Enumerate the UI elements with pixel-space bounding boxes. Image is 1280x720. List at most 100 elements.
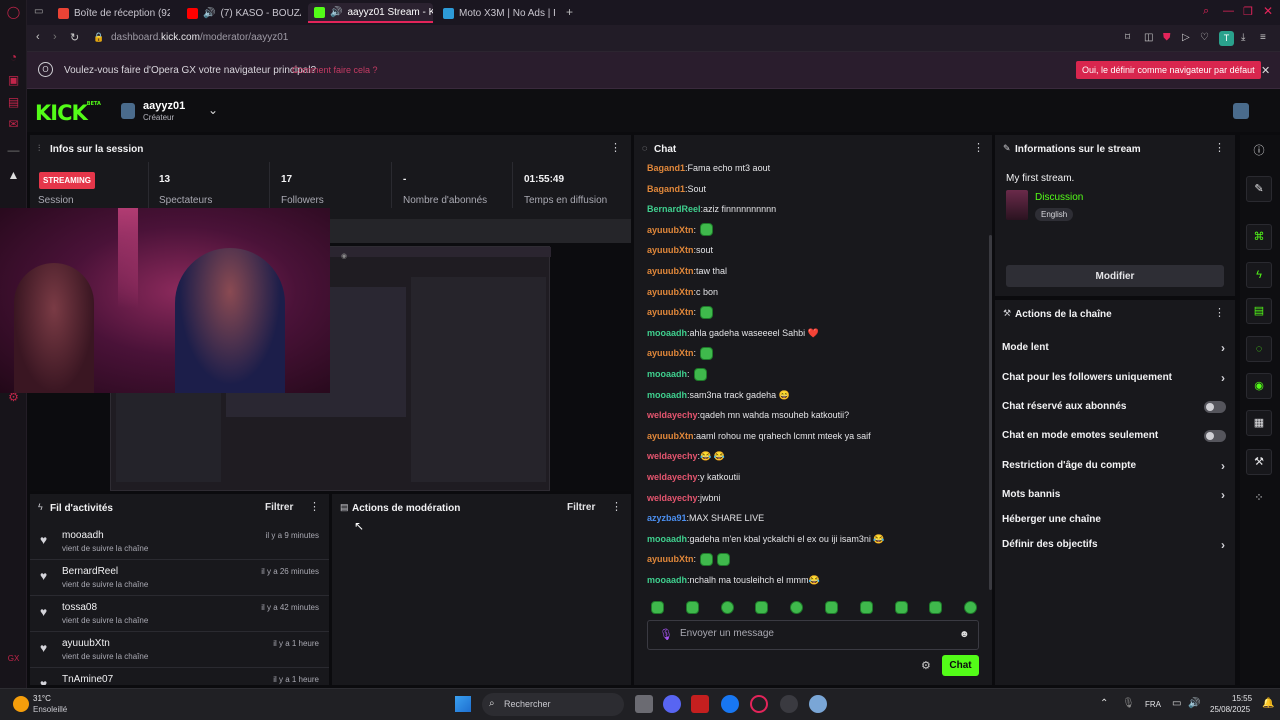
chat-username[interactable]: ayuuubXtn xyxy=(647,551,694,567)
chat-username[interactable]: weldayechy xyxy=(647,407,698,423)
chat-username[interactable]: ayuuubXtn xyxy=(647,428,694,444)
chat-username[interactable]: mooaadh xyxy=(647,366,687,382)
bookmark-icon[interactable]: ⌑ xyxy=(1125,32,1130,43)
chat-username[interactable]: mooaadh xyxy=(647,325,687,341)
weather-sun-icon[interactable] xyxy=(13,696,29,712)
emote-button[interactable] xyxy=(825,601,838,614)
volume-icon[interactable]: 🔊 xyxy=(1188,698,1200,709)
taskbar-search[interactable]: ⌕ Rechercher xyxy=(482,693,624,716)
channel-switch-chevron-icon[interactable]: ⌄ xyxy=(208,103,218,117)
chat-username[interactable]: weldayechy xyxy=(647,448,698,464)
chat-message-list[interactable]: Bagand1: Fama echo mt3 aout Bagand1: Sout… xyxy=(634,159,992,599)
flash-icon[interactable]: ϟ xyxy=(1246,262,1272,288)
chat-icon[interactable]: ◌ xyxy=(1246,336,1272,362)
opera-logo-icon[interactable]: ◯ xyxy=(6,5,21,20)
filter-button[interactable]: Filtrer xyxy=(265,502,293,513)
emote-button[interactable] xyxy=(964,601,977,614)
app-red-icon[interactable] xyxy=(691,695,709,713)
kebab-menu-icon[interactable]: ⋮ xyxy=(973,142,984,154)
info-icon[interactable]: ⓘ xyxy=(1246,139,1272,165)
emote-button[interactable] xyxy=(895,601,908,614)
chat-input-box[interactable]: 🎙 ☻ xyxy=(647,620,979,650)
chat-username[interactable]: ayuuubXtn xyxy=(647,263,694,279)
action-set-goals[interactable]: Définir des objectifs › xyxy=(1002,535,1228,555)
subscribers-only-toggle[interactable] xyxy=(1204,401,1226,413)
kebab-menu-icon[interactable]: ⋮ xyxy=(309,501,320,513)
keyboard-language[interactable]: FRA xyxy=(1145,700,1161,709)
how-to-link[interactable]: Comment faire cela ? xyxy=(292,65,378,75)
sidebar-bag-icon[interactable]: ▣ xyxy=(6,73,21,88)
opera-gx-icon[interactable] xyxy=(750,695,768,713)
action-host-channel[interactable]: Héberger une chaîne xyxy=(1002,510,1228,530)
chat-username[interactable]: mooaadh xyxy=(647,387,687,403)
clock-time[interactable]: 15:55 xyxy=(1232,694,1252,703)
emote-button[interactable] xyxy=(721,601,734,614)
chat-username[interactable]: Bagand1 xyxy=(647,160,685,176)
set-default-button[interactable]: Oui, le définir comme navigateur par déf… xyxy=(1076,61,1261,79)
download-icon[interactable]: ⤓ xyxy=(1241,32,1245,43)
chat-settings-gear-icon[interactable]: ⚙ xyxy=(921,659,931,672)
action-followers-only[interactable]: Chat pour les followers uniquement › xyxy=(1002,368,1228,388)
chat-username[interactable]: BernardReel xyxy=(647,201,701,217)
tab-moto[interactable]: Moto X3M | No Ads | Play xyxy=(437,3,555,23)
kick-logo[interactable]: KICKBETA xyxy=(35,101,101,125)
modify-button[interactable]: Modifier xyxy=(1006,265,1224,287)
close-window-icon[interactable]: ✕ xyxy=(1263,4,1273,18)
wrench-icon[interactable]: ⚒ xyxy=(1246,449,1272,475)
action-age-restriction[interactable]: Restriction d'âge du compte › xyxy=(1002,456,1228,476)
emote-button[interactable] xyxy=(686,601,699,614)
activity-user[interactable]: BernardReel xyxy=(62,566,118,577)
app-gray-icon[interactable] xyxy=(780,695,798,713)
document-icon[interactable]: ▤ xyxy=(1246,298,1272,324)
storage-icon[interactable]: ▦ xyxy=(1246,410,1272,436)
microphone-icon[interactable]: 🎙 xyxy=(659,628,673,641)
kebab-menu-icon[interactable]: ⋮ xyxy=(1214,142,1225,154)
channel-avatar[interactable] xyxy=(121,103,135,119)
chat-username[interactable]: mooaadh xyxy=(647,572,687,588)
clock-date[interactable]: 25/08/2025 xyxy=(1210,705,1250,714)
back-icon[interactable]: ‹ xyxy=(36,31,40,43)
network-icon[interactable]: ▭ xyxy=(1172,698,1181,709)
lock-icon[interactable]: 🔒 xyxy=(93,32,104,43)
sidebar-triangle-icon[interactable]: ▲ xyxy=(6,168,21,183)
mod-tools-icon[interactable]: ⌘ xyxy=(1246,224,1272,250)
profile-avatar[interactable]: T xyxy=(1219,31,1234,46)
sidebar-gx-corner-icon[interactable]: GX xyxy=(6,651,21,666)
windows-start-icon[interactable] xyxy=(455,696,471,712)
shield-icon[interactable]: ⛊ xyxy=(1163,32,1171,43)
chat-send-button[interactable]: Chat xyxy=(942,655,979,676)
activity-user[interactable]: ayuuubXtn xyxy=(62,638,110,649)
action-slow-mode[interactable]: Mode lent › xyxy=(1002,338,1228,358)
close-infobar-icon[interactable]: ✕ xyxy=(1261,64,1270,77)
apps-icon[interactable]: ⁘ xyxy=(1246,486,1272,512)
reload-icon[interactable]: ↻ xyxy=(70,31,79,44)
broadcast-icon[interactable]: ◉ xyxy=(1246,373,1272,399)
emote-button[interactable] xyxy=(790,601,803,614)
chat-username[interactable]: ayuuubXtn xyxy=(647,345,694,361)
tab-gmail[interactable]: Boîte de réception (92) - xyxy=(52,3,170,23)
sidebar-gx-icon[interactable]: ◔ xyxy=(6,50,21,65)
emote-button[interactable] xyxy=(651,601,664,614)
chat-username[interactable]: ayuuubXtn xyxy=(647,284,694,300)
action-banned-words[interactable]: Mots bannis › xyxy=(1002,485,1228,505)
chat-username[interactable]: ayuuubXtn xyxy=(647,222,694,238)
stream-category[interactable]: Discussion xyxy=(1035,192,1083,203)
emote-button[interactable] xyxy=(929,601,942,614)
kebab-menu-icon[interactable]: ⋮ xyxy=(1214,307,1225,319)
channel-name[interactable]: aayyz01 xyxy=(143,100,185,112)
user-avatar[interactable] xyxy=(1233,103,1249,119)
filter-button[interactable]: Filtrer xyxy=(567,502,595,513)
menu-icon[interactable]: ≡ xyxy=(1260,32,1266,43)
url-field[interactable]: dashboard.kick.com/moderator/aayyz01 xyxy=(111,32,288,43)
emotes-only-toggle[interactable] xyxy=(1204,430,1226,442)
edit-icon[interactable]: ✎ xyxy=(1246,176,1272,202)
kebab-menu-icon[interactable]: ⋮ xyxy=(610,142,621,154)
task-view-icon[interactable] xyxy=(635,695,653,713)
tab-menu-icon[interactable]: ▭ xyxy=(34,6,43,17)
activity-user[interactable]: mooaadh xyxy=(62,530,104,541)
new-tab-plus-icon[interactable]: + xyxy=(566,5,573,19)
play-icon[interactable]: ▷ xyxy=(1182,32,1190,43)
emote-button[interactable] xyxy=(755,601,768,614)
activity-user[interactable]: TnAmine07 xyxy=(62,674,113,685)
camera-icon[interactable]: ◫ xyxy=(1144,32,1153,43)
